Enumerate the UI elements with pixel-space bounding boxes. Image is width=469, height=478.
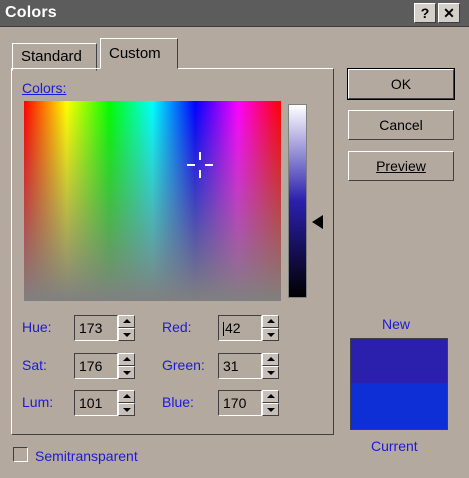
blue-input[interactable]: 170 [218, 390, 262, 416]
tab-custom[interactable]: Custom [100, 38, 178, 69]
triangle-pointer-icon[interactable] [312, 215, 323, 229]
new-color-swatch [351, 339, 447, 383]
green-spinner[interactable]: 31 [218, 353, 279, 379]
down-arrow-icon[interactable] [118, 403, 135, 416]
close-icon[interactable]: ✕ [438, 3, 460, 23]
red-spinner[interactable]: 42 [218, 315, 279, 341]
semitransparent-checkbox[interactable] [13, 447, 28, 462]
down-arrow-icon[interactable] [262, 328, 279, 341]
cancel-button[interactable]: Cancel [348, 110, 454, 140]
down-arrow-icon[interactable] [262, 403, 279, 416]
hue-input[interactable]: 173 [74, 315, 118, 341]
up-arrow-icon[interactable] [118, 390, 135, 403]
down-arrow-icon[interactable] [118, 328, 135, 341]
up-arrow-icon[interactable] [118, 315, 135, 328]
color-spectrum[interactable] [24, 101, 281, 301]
current-color-swatch [351, 383, 447, 429]
help-icon[interactable]: ? [414, 3, 436, 23]
preview-button[interactable]: Preview [348, 151, 454, 181]
up-arrow-icon[interactable] [262, 315, 279, 328]
hue-spinner[interactable]: 173 [74, 315, 135, 341]
tab-standard[interactable]: Standard [12, 43, 97, 71]
lum-input[interactable]: 101 [74, 390, 118, 416]
color-preview [350, 338, 448, 430]
colors-label: Colors: [22, 80, 67, 96]
sat-label: Sat: [22, 357, 47, 373]
up-arrow-icon[interactable] [262, 353, 279, 366]
current-color-label: Current [371, 438, 418, 454]
text-cursor [223, 322, 224, 337]
down-arrow-icon[interactable] [262, 366, 279, 379]
sat-input[interactable]: 176 [74, 353, 118, 379]
lum-spinner[interactable]: 101 [74, 390, 135, 416]
up-arrow-icon[interactable] [118, 353, 135, 366]
ok-button[interactable]: OK [347, 68, 455, 100]
green-label: Green: [162, 357, 205, 373]
down-arrow-icon[interactable] [118, 366, 135, 379]
hue-label: Hue: [22, 319, 52, 335]
up-arrow-icon[interactable] [262, 390, 279, 403]
luminance-bar[interactable] [288, 104, 307, 298]
title-bar[interactable]: Colors ? ✕ [0, 0, 469, 27]
blue-spinner[interactable]: 170 [218, 390, 279, 416]
semitransparent-label[interactable]: Semitransparent [35, 448, 138, 464]
blue-label: Blue: [162, 394, 194, 410]
red-input[interactable]: 42 [218, 315, 262, 341]
new-color-label: New [382, 316, 411, 332]
red-label: Red: [162, 319, 192, 335]
sat-spinner[interactable]: 176 [74, 353, 135, 379]
lum-label: Lum: [22, 394, 54, 410]
window-title: Colors [5, 4, 57, 21]
green-input[interactable]: 31 [218, 353, 262, 379]
saturation-gradient [24, 101, 281, 301]
crosshair-icon[interactable] [187, 152, 213, 178]
